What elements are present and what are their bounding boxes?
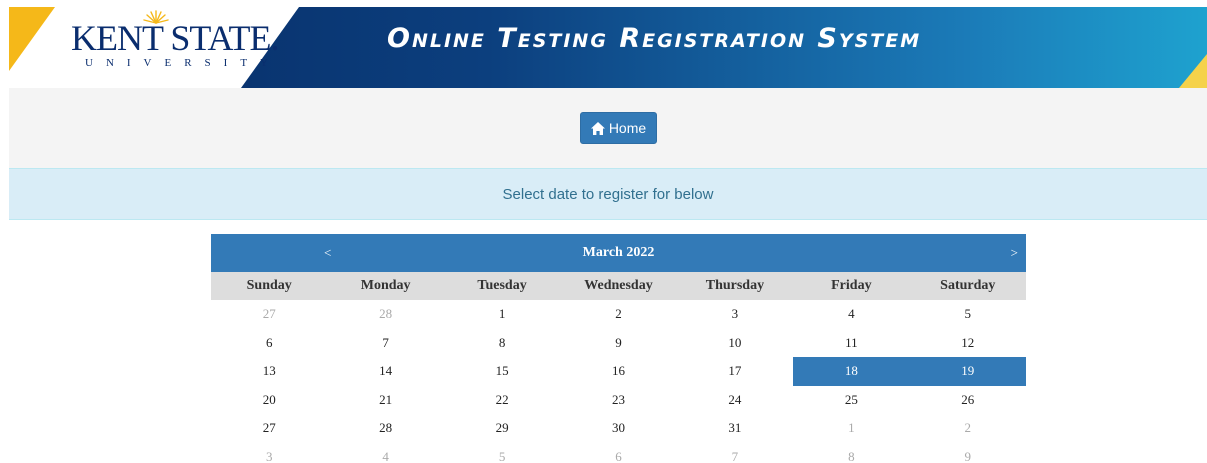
calendar-day-other-month[interactable]: 2 [910, 414, 1026, 443]
calendar-day-other-month[interactable]: 8 [793, 443, 909, 463]
calendar-day[interactable]: 9 [560, 329, 676, 358]
calendar-day-other-month[interactable]: 7 [677, 443, 793, 463]
calendar-day-selected[interactable]: 18 [793, 357, 910, 386]
home-button[interactable]: Home [580, 112, 657, 144]
header-banner: KENT STATE. UNIVERSITY Online Testing Re… [9, 7, 1207, 88]
calendar-day[interactable]: 17 [677, 357, 793, 386]
calendar-day-other-month[interactable]: 6 [560, 443, 676, 463]
month-label: March 2022 [582, 245, 655, 260]
calendar-day[interactable]: 2 [560, 300, 676, 329]
calendar-day[interactable]: 27 [211, 414, 327, 443]
calendar-day[interactable]: 26 [910, 386, 1026, 415]
home-bar: Home [9, 88, 1207, 168]
calendar-day[interactable]: 7 [327, 329, 443, 358]
logo-wordmark: KENT STATE. [71, 18, 279, 58]
weekday-wednesday: Wednesday [584, 278, 653, 293]
calendar-day-grid: 27 28 1 2 3 4 5 6 7 8 9 10 11 12 13 14 15 16 17 18 19 20 21 22 2… [211, 300, 1026, 463]
weekday-thursday: Thursday [705, 278, 765, 293]
calendar-day[interactable]: 30 [560, 414, 676, 443]
home-icon [590, 121, 605, 135]
calendar-day-other-month[interactable]: 1 [793, 414, 909, 443]
weekday-saturday: Saturday [940, 278, 996, 293]
next-month-button[interactable]: > [1011, 245, 1018, 261]
calendar-day-other-month[interactable]: 3 [211, 443, 327, 463]
calendar-day[interactable]: 15 [444, 357, 560, 386]
calendar-day[interactable]: 29 [444, 414, 560, 443]
calendar-day[interactable]: 8 [444, 329, 560, 358]
weekday-header-row: Sunday Monday Tuesday Wednesday Thursday Frid… [211, 272, 1026, 300]
calendar-day[interactable]: 31 [677, 414, 793, 443]
weekday-sunday: Sunday [246, 278, 292, 293]
calendar-day[interactable]: 5 [910, 300, 1026, 329]
logo-subtitle: UNIVERSITY [85, 57, 281, 69]
prev-month-button[interactable]: < [324, 245, 331, 261]
calendar-day[interactable]: 28 [327, 414, 443, 443]
calendar-day[interactable]: 16 [560, 357, 676, 386]
calendar-day[interactable]: 22 [444, 386, 560, 415]
calendar-day[interactable]: 10 [677, 329, 793, 358]
home-button-label: Home [608, 120, 647, 136]
calendar-day-other-month[interactable]: 5 [444, 443, 560, 463]
calendar-day[interactable]: 23 [560, 386, 676, 415]
weekday-tuesday: Tuesday [477, 278, 527, 293]
calendar-day-other-month[interactable]: 9 [910, 443, 1026, 463]
calendar-day[interactable]: 21 [327, 386, 443, 415]
calendar: < March 2022 > Sunday Monday Tuesday Wednes… [211, 234, 1026, 463]
calendar-day[interactable]: 20 [211, 386, 327, 415]
calendar-header: < March 2022 > [211, 234, 1026, 272]
calendar-day[interactable]: 24 [677, 386, 793, 415]
calendar-day[interactable]: 1 [444, 300, 560, 329]
calendar-day-other-month[interactable]: 28 [327, 300, 443, 329]
weekday-monday: Monday [360, 278, 411, 293]
calendar-day[interactable]: 12 [910, 329, 1026, 358]
calendar-day-other-month[interactable]: 27 [211, 300, 327, 329]
calendar-day[interactable]: 13 [211, 357, 327, 386]
calendar-day[interactable]: 4 [793, 300, 909, 329]
calendar-day[interactable]: 14 [327, 357, 443, 386]
calendar-day-other-month[interactable]: 4 [327, 443, 443, 463]
weekday-friday: Friday [831, 278, 872, 293]
gold-accent-right [1179, 54, 1207, 88]
calendar-day[interactable]: 25 [793, 386, 909, 415]
calendar-day[interactable]: 3 [677, 300, 793, 329]
calendar-day[interactable]: 6 [211, 329, 327, 358]
info-message: Select date to register for below [9, 168, 1207, 220]
page-title: Online Testing Registration System [387, 23, 922, 54]
calendar-day[interactable]: 11 [793, 329, 909, 358]
calendar-day-selected[interactable]: 19 [909, 357, 1026, 386]
